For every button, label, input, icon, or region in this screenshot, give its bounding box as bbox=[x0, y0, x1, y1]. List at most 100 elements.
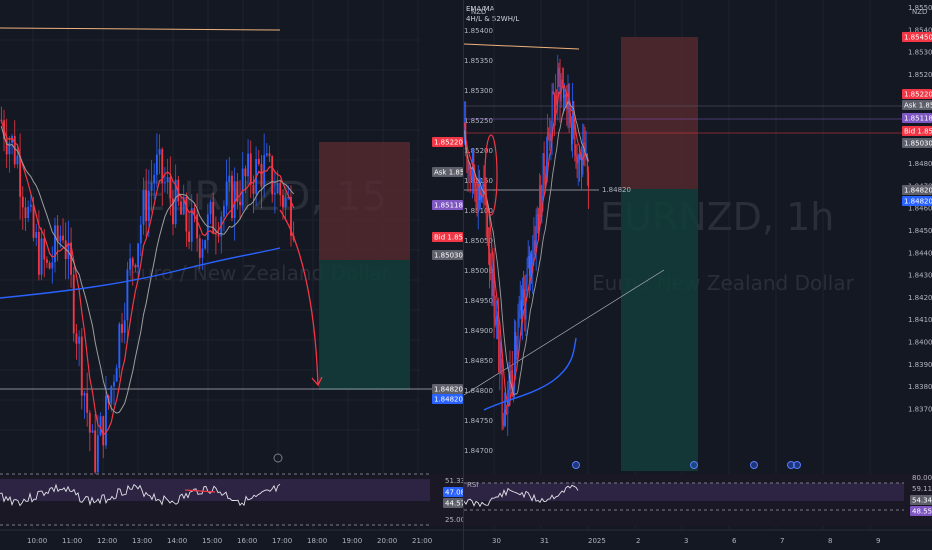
left-candle bbox=[137, 243, 140, 268]
left-x-tick: 20:00 bbox=[377, 537, 397, 545]
right-candle bbox=[530, 253, 532, 277]
left-candle bbox=[153, 174, 156, 183]
right-inner-y-tick: 1.85400 bbox=[464, 27, 493, 35]
left-x-tick: 17:00 bbox=[272, 537, 292, 545]
right-x-tick: 7 bbox=[780, 537, 784, 545]
left-candle bbox=[163, 182, 166, 184]
left-candle bbox=[131, 258, 134, 266]
event-icon bbox=[750, 461, 758, 469]
right-candle bbox=[538, 214, 540, 231]
left-candle bbox=[16, 155, 19, 165]
right-candle bbox=[533, 240, 535, 258]
rsi-band bbox=[0, 479, 430, 501]
right-candle bbox=[499, 340, 501, 372]
left-candle bbox=[284, 197, 287, 208]
left-candle bbox=[51, 262, 54, 269]
right-chart-pane[interactable]: NZD 1.85400 1.85350 1.85300 1.85250 1.85200 1.… bbox=[464, 0, 932, 550]
rsi-band bbox=[464, 483, 904, 501]
left-candle bbox=[121, 324, 123, 333]
left-candle bbox=[83, 393, 86, 396]
left-candle bbox=[217, 234, 220, 237]
right-candle bbox=[574, 129, 576, 156]
right-inner-y-tick: 1.84700 bbox=[464, 447, 493, 455]
left-candle bbox=[247, 153, 250, 177]
left-candle bbox=[233, 181, 236, 219]
right-inner-y-tick: 1.84800 bbox=[464, 387, 493, 395]
left-candle bbox=[91, 430, 94, 433]
left-x-tick: 14:00 bbox=[167, 537, 187, 545]
right-x-tick: 30 bbox=[492, 537, 501, 545]
right-candle bbox=[556, 95, 558, 104]
ma-slow-line bbox=[464, 100, 589, 396]
left-candle bbox=[24, 207, 27, 219]
left-candle bbox=[126, 269, 129, 321]
left-candle bbox=[21, 196, 24, 208]
left-candle bbox=[228, 175, 231, 182]
right-candle bbox=[474, 180, 476, 188]
right-candle bbox=[526, 268, 528, 283]
right-candle bbox=[559, 74, 561, 102]
left-candle bbox=[75, 333, 78, 344]
resistance-line bbox=[0, 27, 281, 31]
right-candle bbox=[495, 315, 497, 325]
right-candle bbox=[552, 91, 554, 94]
left-candle bbox=[185, 196, 188, 232]
right-chart-canvas[interactable]: NZD1.854001.853501.853001.852501.852001.… bbox=[464, 0, 932, 550]
left-candle bbox=[265, 153, 268, 156]
right-outer-y-tick: 1.84800 bbox=[908, 160, 932, 168]
right-inner-y-tick: 1.84900 bbox=[464, 327, 493, 335]
left-candle bbox=[169, 177, 172, 199]
left-candle bbox=[72, 274, 75, 334]
left-candle bbox=[59, 235, 62, 242]
left-candle bbox=[268, 153, 271, 157]
right-inner-y-tick: 1.85350 bbox=[464, 57, 493, 65]
resistance-line bbox=[464, 43, 580, 50]
left-candle bbox=[86, 393, 89, 413]
left-candle bbox=[56, 225, 59, 242]
left-candle bbox=[32, 204, 35, 238]
right-candle bbox=[550, 133, 552, 141]
right-inner-y-tick: 1.84850 bbox=[464, 357, 493, 365]
right-outer-y-tick: 1.84000 bbox=[908, 339, 932, 347]
event-icon bbox=[793, 461, 801, 469]
left-chart-canvas[interactable]: EURNZD, 15Euro / New Zealand Dollar1.852… bbox=[0, 0, 463, 550]
right-outer-y-tick: 1.85300 bbox=[908, 49, 932, 57]
left-candle bbox=[276, 183, 279, 194]
right-candle bbox=[543, 153, 545, 175]
left-candle bbox=[45, 259, 48, 263]
left-price-tag: Bid 1.85065 bbox=[434, 234, 463, 242]
left-chart-pane[interactable]: EURNZD, 15 Euro / New Zealand Dollar 1.852… bbox=[0, 0, 464, 550]
right-candle bbox=[475, 187, 477, 204]
right-candle bbox=[501, 364, 503, 421]
right-inner-y-tick: 1.85250 bbox=[464, 117, 493, 125]
left-rsi-tag: 44.57 bbox=[445, 500, 463, 508]
left-candle bbox=[80, 336, 83, 396]
right-outer-y-tick: 1.83900 bbox=[908, 361, 932, 369]
right-candle bbox=[506, 413, 508, 415]
right-outer-y-tick: 1.85500 bbox=[908, 4, 932, 12]
left-candle bbox=[225, 181, 228, 206]
right-candle bbox=[483, 184, 485, 187]
right-outer-y-tick: 1.84100 bbox=[908, 316, 932, 324]
left-x-tick: 18:00 bbox=[307, 537, 327, 545]
right-rsi-tick: 59.11 bbox=[912, 485, 932, 493]
right-candle bbox=[497, 315, 499, 321]
event-icon bbox=[690, 461, 698, 469]
left-candle bbox=[198, 238, 201, 258]
right-outer-y-tick: 1.84400 bbox=[908, 249, 932, 257]
left-candle bbox=[196, 214, 199, 239]
right-x-tick: 2025 bbox=[588, 537, 606, 545]
left-price-tag: 1.85220 bbox=[434, 139, 463, 147]
left-candle bbox=[201, 248, 204, 258]
left-x-tick: 12:00 bbox=[97, 537, 117, 545]
right-outer-y-tick: 1.85200 bbox=[908, 71, 932, 79]
left-candle bbox=[43, 238, 46, 260]
entry-level-label: 1.84820 bbox=[602, 186, 631, 194]
left-candle bbox=[62, 235, 64, 241]
left-candle bbox=[145, 189, 148, 222]
left-candle bbox=[110, 386, 113, 404]
right-price-tag: 1.85450 bbox=[904, 34, 932, 42]
right-x-tick: 9 bbox=[876, 537, 880, 545]
left-candle bbox=[209, 201, 212, 215]
right-candle bbox=[488, 241, 490, 249]
